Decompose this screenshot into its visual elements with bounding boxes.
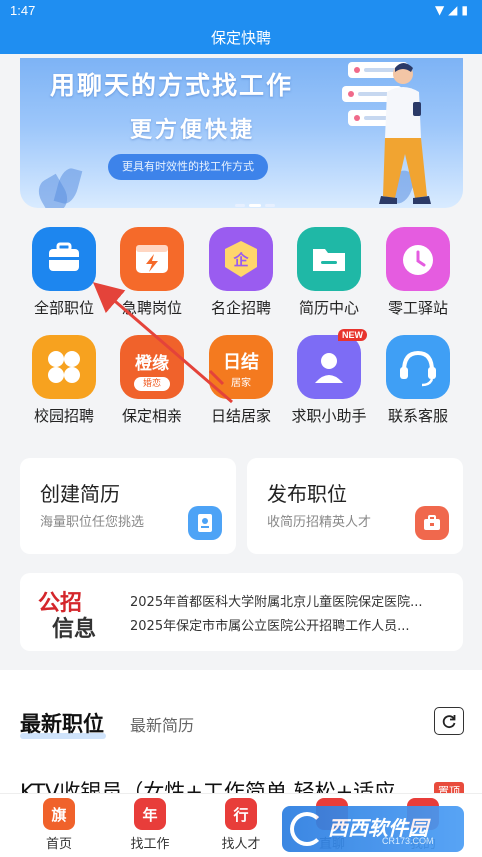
banner-subheadline: 更方便快捷	[130, 118, 256, 143]
grid-item-customer-service[interactable]: 联系客服	[373, 335, 463, 426]
post-job-title: 发布职位	[267, 482, 347, 506]
banner-pill: 更具有时效性的找工作方式	[108, 154, 268, 180]
grid-label: 日结居家	[210, 407, 271, 425]
nav-home[interactable]: 旗 首页	[19, 798, 99, 852]
matchmaking-subtag: 婚恋	[134, 377, 170, 391]
status-icons: ▼◢▮	[434, 3, 472, 17]
grid-label: 求职小助手	[291, 407, 367, 425]
clock-icon	[386, 227, 450, 291]
watermark-subtext: CR173.COM	[382, 836, 434, 846]
toolbox-icon	[415, 506, 449, 540]
assistant-icon: NEW	[297, 329, 367, 399]
grid-label: 零工驿站	[387, 299, 448, 317]
clover-icon	[32, 335, 96, 399]
briefcase-icon	[32, 227, 96, 291]
home-icon: 旗	[43, 798, 75, 830]
banner-headline: 用聊天的方式找工作	[50, 71, 294, 100]
logo-line-2: 信息	[52, 616, 97, 642]
app-title: 保定快聘	[210, 29, 271, 47]
grid-label: 联系客服	[387, 407, 448, 425]
create-resume-card[interactable]: 创建简历 海量职位任您挑选	[20, 458, 236, 554]
notice-item[interactable]: 2025年保定市市属公立医院公开招聘工作人员...	[130, 615, 452, 634]
grid-item-campus-jobs[interactable]: 校园招聘	[19, 335, 109, 426]
new-badge: NEW	[338, 329, 367, 341]
grid-item-urgent-jobs[interactable]: 急聘岗位	[107, 227, 197, 318]
matchmaking-icon: 橙缘 婚恋	[120, 335, 184, 399]
resume-document-icon	[188, 506, 222, 540]
daily-pay-icon: 日结 居家	[209, 335, 273, 399]
grid-label: 名企招聘	[210, 299, 271, 317]
grid-label: 简历中心	[298, 299, 359, 317]
grid-item-job-assistant[interactable]: NEW 求职小助手	[284, 329, 374, 426]
top-bar: 1:47 ▼◢▮ 保定快聘	[0, 0, 482, 54]
grid-item-daily-pay[interactable]: 日结 居家 日结居家	[196, 335, 286, 426]
watermark-logo-icon	[290, 812, 324, 846]
folder-icon	[297, 227, 361, 291]
tab-latest-resumes[interactable]: 最新简历	[130, 712, 194, 736]
nav-label: 找工作	[130, 837, 170, 852]
site-watermark: 西西软件园 CR173.COM	[282, 806, 464, 852]
nav-label: 找人才	[221, 837, 261, 852]
nav-label: 首页	[45, 837, 72, 852]
enterprise-badge-icon: 企	[209, 227, 273, 291]
nav-find-talent[interactable]: 行 找人才	[201, 798, 281, 852]
grid-item-resume-center[interactable]: 简历中心	[284, 227, 374, 318]
headset-icon	[386, 335, 450, 399]
grid-item-matchmaking[interactable]: 橙缘 婚恋 保定相亲	[107, 335, 197, 426]
notice-item[interactable]: 2025年首都医科大学附属北京儿童医院保定医院...	[130, 591, 452, 610]
public-recruitment-notice[interactable]: 公招 信息 2025年首都医科大学附属北京儿童医院保定医院... 2025年保定…	[20, 573, 463, 651]
tab-latest-jobs[interactable]: 最新职位	[20, 708, 104, 738]
create-resume-subtitle: 海量职位任您挑选	[40, 515, 145, 530]
grid-label: 校园招聘	[33, 407, 94, 425]
app-screen: 1:47 ▼◢▮ 保定快聘 用聊天的方式找工作 更方便快捷 更具有时效性的找工作…	[0, 0, 482, 857]
grid-label: 急聘岗位	[121, 299, 182, 317]
grid-item-all-jobs[interactable]: 全部职位	[19, 227, 109, 318]
public-recruitment-logo: 公招 信息	[34, 583, 112, 642]
leaf-decoration	[53, 166, 83, 206]
post-job-subtitle: 收简历招精英人才	[267, 515, 372, 530]
svg-text:企: 企	[232, 251, 249, 269]
create-resume-title: 创建简历	[40, 482, 120, 506]
promo-banner[interactable]: 用聊天的方式找工作 更方便快捷 更具有时效性的找工作方式	[20, 58, 463, 208]
refresh-icon	[442, 715, 456, 729]
banner-pagination	[235, 192, 279, 208]
find-talent-icon: 行	[225, 798, 257, 830]
grid-item-famous-companies[interactable]: 企 名企招聘	[196, 227, 286, 318]
daily-pay-subtag: 居家	[231, 378, 251, 389]
nav-find-job[interactable]: 年 找工作	[110, 798, 190, 852]
grid-item-gig-station[interactable]: 零工驿站	[373, 227, 463, 318]
refresh-button[interactable]	[434, 707, 464, 735]
status-time: 1:47	[10, 3, 36, 18]
lightning-calendar-icon	[120, 227, 184, 291]
find-job-icon: 年	[134, 798, 166, 830]
person-illustration	[379, 63, 431, 204]
grid-label: 全部职位	[33, 299, 94, 317]
post-job-card[interactable]: 发布职位 收简历招精英人才	[247, 458, 463, 554]
grid-label: 保定相亲	[121, 407, 182, 425]
